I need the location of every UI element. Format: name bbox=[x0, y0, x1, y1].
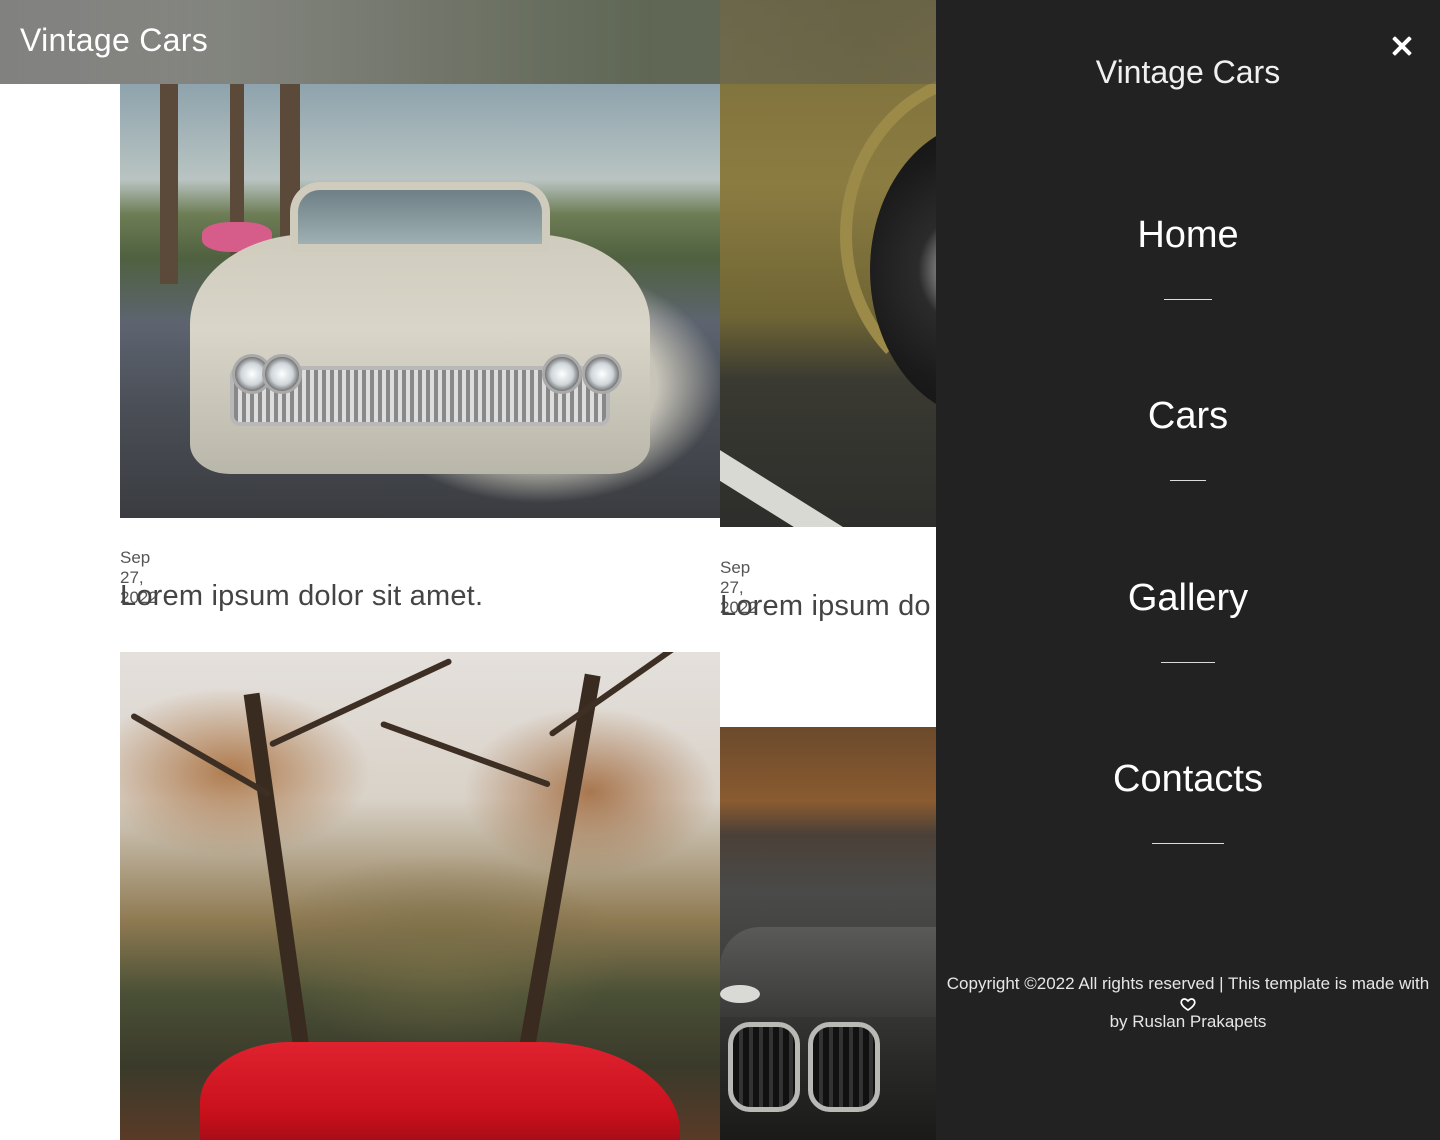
heart-icon bbox=[1180, 998, 1196, 1012]
author-link[interactable]: by Ruslan Prakapets bbox=[936, 1012, 1440, 1032]
menu-item-underline bbox=[1170, 480, 1206, 481]
post-image[interactable] bbox=[120, 84, 720, 518]
menu-item-home[interactable]: Home bbox=[936, 212, 1440, 300]
post-title[interactable]: Lorem ipsum do bbox=[720, 590, 931, 623]
menu-footer: Copyright ©2022 All rights reserved | Th… bbox=[936, 974, 1440, 1032]
menu-item-underline bbox=[1152, 843, 1224, 844]
menu-item-underline bbox=[1161, 662, 1215, 663]
menu-item-label: Gallery bbox=[1127, 577, 1249, 619]
post-title[interactable]: Lorem ipsum dolor sit amet. bbox=[120, 580, 483, 613]
menu-item-cars[interactable]: Cars bbox=[936, 393, 1440, 481]
menu-brand[interactable]: Vintage Cars bbox=[936, 54, 1440, 91]
side-menu: Vintage Cars Home Cars Gallery Contacts … bbox=[936, 0, 1440, 1140]
menu-item-underline bbox=[1164, 299, 1212, 300]
post-image[interactable] bbox=[120, 652, 720, 1140]
menu-item-label: Cars bbox=[1147, 395, 1229, 437]
menu-item-label: Home bbox=[1137, 214, 1239, 256]
menu-item-contacts[interactable]: Contacts bbox=[936, 756, 1440, 844]
menu-item-gallery[interactable]: Gallery bbox=[936, 575, 1440, 663]
copyright-text: Copyright ©2022 All rights reserved | Th… bbox=[946, 974, 1430, 993]
site-logo[interactable]: Vintage Cars bbox=[20, 22, 208, 59]
menu-item-label: Contacts bbox=[1113, 758, 1263, 800]
